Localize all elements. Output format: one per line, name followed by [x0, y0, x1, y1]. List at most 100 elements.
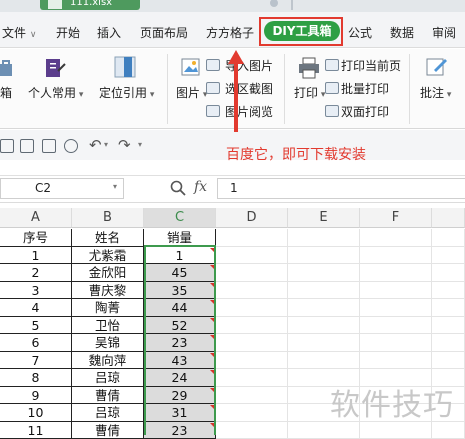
- empty-cell[interactable]: [432, 247, 465, 265]
- column-header-a[interactable]: A: [0, 208, 72, 228]
- cell-a[interactable]: 5: [0, 317, 72, 335]
- cell-b[interactable]: 陶菁: [72, 299, 144, 317]
- cell-b[interactable]: 卫怡: [72, 317, 144, 335]
- cell-b[interactable]: 吴锦: [72, 334, 144, 352]
- empty-cell[interactable]: [432, 229, 465, 247]
- cell-a[interactable]: 9: [0, 387, 72, 405]
- cell-a[interactable]: 7: [0, 352, 72, 370]
- empty-cell[interactable]: [216, 282, 288, 300]
- menu-file[interactable]: 文件 ∨: [2, 24, 36, 41]
- empty-cell[interactable]: [288, 352, 360, 370]
- locate-reference-icon[interactable]: [114, 56, 136, 78]
- empty-cell[interactable]: [432, 299, 465, 317]
- column-header-b[interactable]: B: [72, 208, 144, 228]
- menu-review[interactable]: 审阅: [432, 24, 456, 41]
- empty-cell[interactable]: [288, 422, 360, 439]
- file-tab[interactable]: 111.xlsx: [40, 0, 140, 10]
- header-cell-c[interactable]: 销量: [144, 229, 216, 247]
- cloud-sync-icon[interactable]: [268, 0, 302, 10]
- comment-button[interactable]: 批注 ▾: [420, 84, 451, 101]
- printer-icon[interactable]: [298, 57, 320, 79]
- empty-cell[interactable]: [216, 422, 288, 439]
- menu-home[interactable]: 开始: [56, 24, 80, 41]
- cell-a[interactable]: 6: [0, 334, 72, 352]
- cell-b[interactable]: 吕琼: [72, 369, 144, 387]
- name-box[interactable]: C2 ▾: [0, 178, 124, 199]
- cell-a[interactable]: 4: [0, 299, 72, 317]
- empty-cell[interactable]: [288, 299, 360, 317]
- picture-icon[interactable]: [181, 57, 203, 79]
- cell-a[interactable]: 11: [0, 422, 72, 439]
- cell-a[interactable]: 10: [0, 404, 72, 422]
- cell-b[interactable]: 曹庆黎: [72, 282, 144, 300]
- fx-icon[interactable]: fx: [194, 179, 207, 195]
- cell-b[interactable]: 吕琼: [72, 404, 144, 422]
- print-button[interactable]: 打印 ▾: [294, 84, 325, 101]
- empty-cell[interactable]: [360, 334, 432, 352]
- chevron-down-icon[interactable]: ▾: [138, 140, 142, 149]
- column-header-c[interactable]: C: [144, 208, 216, 228]
- empty-cell[interactable]: [432, 282, 465, 300]
- empty-cell[interactable]: [216, 404, 288, 422]
- empty-cell[interactable]: [216, 369, 288, 387]
- cell-b[interactable]: 魏向萍: [72, 352, 144, 370]
- empty-cell[interactable]: [360, 229, 432, 247]
- empty-cell[interactable]: [432, 334, 465, 352]
- cell-a[interactable]: 3: [0, 282, 72, 300]
- empty-cell[interactable]: [216, 264, 288, 282]
- empty-cell[interactable]: [360, 352, 432, 370]
- comment-pen-icon[interactable]: [426, 56, 448, 78]
- menu-insert[interactable]: 插入: [97, 24, 121, 41]
- duplex-print-button[interactable]: 双面打印: [341, 103, 389, 120]
- undo-icon[interactable]: ↶: [89, 136, 102, 154]
- column-header-e[interactable]: E: [288, 208, 360, 228]
- empty-cell[interactable]: [360, 282, 432, 300]
- empty-cell[interactable]: [360, 247, 432, 265]
- picture-button[interactable]: 图片 ▾: [176, 84, 207, 101]
- empty-cell[interactable]: [216, 247, 288, 265]
- empty-cell[interactable]: [288, 282, 360, 300]
- cell-b[interactable]: 曹倩: [72, 387, 144, 405]
- empty-cell[interactable]: [288, 247, 360, 265]
- redo-icon[interactable]: ↷: [118, 136, 131, 154]
- empty-cell[interactable]: [360, 422, 432, 439]
- empty-cell[interactable]: [216, 229, 288, 247]
- cell-b[interactable]: 尤紫霜: [72, 247, 144, 265]
- toolbox-icon[interactable]: [0, 58, 22, 80]
- save-icon[interactable]: [0, 139, 14, 153]
- empty-cell[interactable]: [360, 264, 432, 282]
- toolbox-button-label[interactable]: 箱: [0, 84, 12, 101]
- batch-print-button[interactable]: 批量打印: [341, 80, 389, 97]
- cell-b[interactable]: 曹倩: [72, 422, 144, 439]
- empty-cell[interactable]: [288, 334, 360, 352]
- empty-cell[interactable]: [360, 299, 432, 317]
- menu-fangfang[interactable]: 方方格子: [206, 24, 254, 41]
- empty-cell[interactable]: [432, 317, 465, 335]
- column-header-f[interactable]: F: [360, 208, 432, 228]
- empty-cell[interactable]: [216, 334, 288, 352]
- menu-data[interactable]: 数据: [390, 24, 414, 41]
- cell-a[interactable]: 2: [0, 264, 72, 282]
- empty-cell[interactable]: [216, 387, 288, 405]
- empty-cell[interactable]: [288, 317, 360, 335]
- menu-diy-toolbox[interactable]: DIY工具箱: [264, 21, 340, 41]
- empty-cell[interactable]: [216, 317, 288, 335]
- print-preview-icon[interactable]: [64, 139, 78, 153]
- personal-favorites-button[interactable]: 个人常用 ▾: [28, 84, 83, 101]
- print-current-page-button[interactable]: 打印当前页: [341, 57, 401, 74]
- empty-cell[interactable]: [432, 352, 465, 370]
- empty-cell[interactable]: [432, 264, 465, 282]
- menu-page-layout[interactable]: 页面布局: [140, 24, 188, 41]
- column-header-d[interactable]: D: [216, 208, 288, 228]
- empty-cell[interactable]: [288, 264, 360, 282]
- cell-a[interactable]: 1: [0, 247, 72, 265]
- empty-cell[interactable]: [216, 352, 288, 370]
- menu-formulas[interactable]: 公式: [348, 24, 372, 41]
- empty-cell[interactable]: [360, 317, 432, 335]
- header-cell-b[interactable]: 姓名: [72, 229, 144, 247]
- formula-input[interactable]: 1: [217, 178, 465, 199]
- empty-cell[interactable]: [432, 422, 465, 439]
- chevron-down-icon[interactable]: ▾: [113, 182, 117, 191]
- empty-cell[interactable]: [288, 229, 360, 247]
- column-header-g[interactable]: [432, 208, 465, 228]
